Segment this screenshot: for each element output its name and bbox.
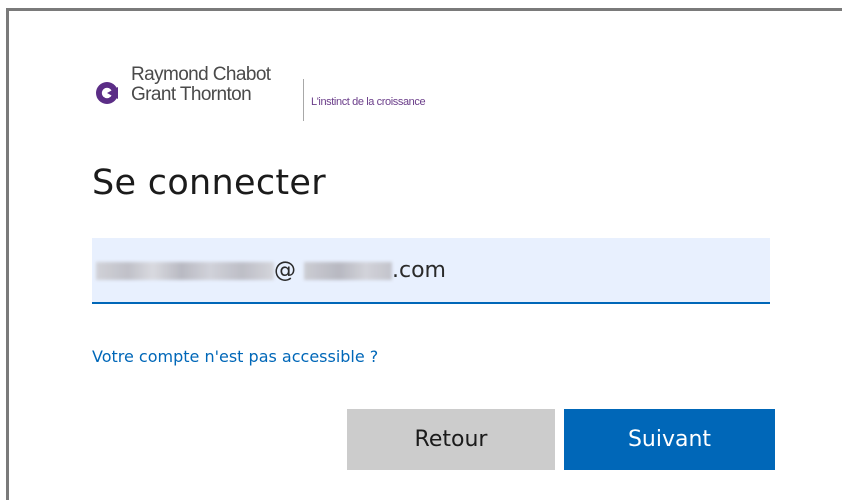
- brand-tagline: L'instinct de la croissance: [311, 96, 426, 108]
- brand-name: Raymond Chabot Grant Thornton: [131, 64, 271, 105]
- email-tld: .com: [392, 258, 446, 283]
- brand-name-line1: Raymond Chabot: [131, 64, 271, 85]
- back-button[interactable]: Retour: [347, 409, 555, 470]
- email-field[interactable]: @ .com: [92, 238, 770, 304]
- rcgt-logo-icon: [96, 82, 118, 104]
- email-at-sign: @: [274, 258, 296, 283]
- brand-divider: [303, 79, 304, 121]
- email-obscured-local-part: [96, 262, 274, 280]
- page-title: Se connecter: [92, 163, 326, 203]
- brand-logo: Raymond Chabot Grant Thornton L'instinct…: [95, 65, 515, 121]
- email-obscured-domain: [304, 262, 392, 280]
- cant-access-account-link[interactable]: Votre compte n'est pas accessible ?: [92, 347, 378, 366]
- brand-name-line2: Grant Thornton: [131, 84, 252, 105]
- next-button[interactable]: Suivant: [564, 409, 775, 470]
